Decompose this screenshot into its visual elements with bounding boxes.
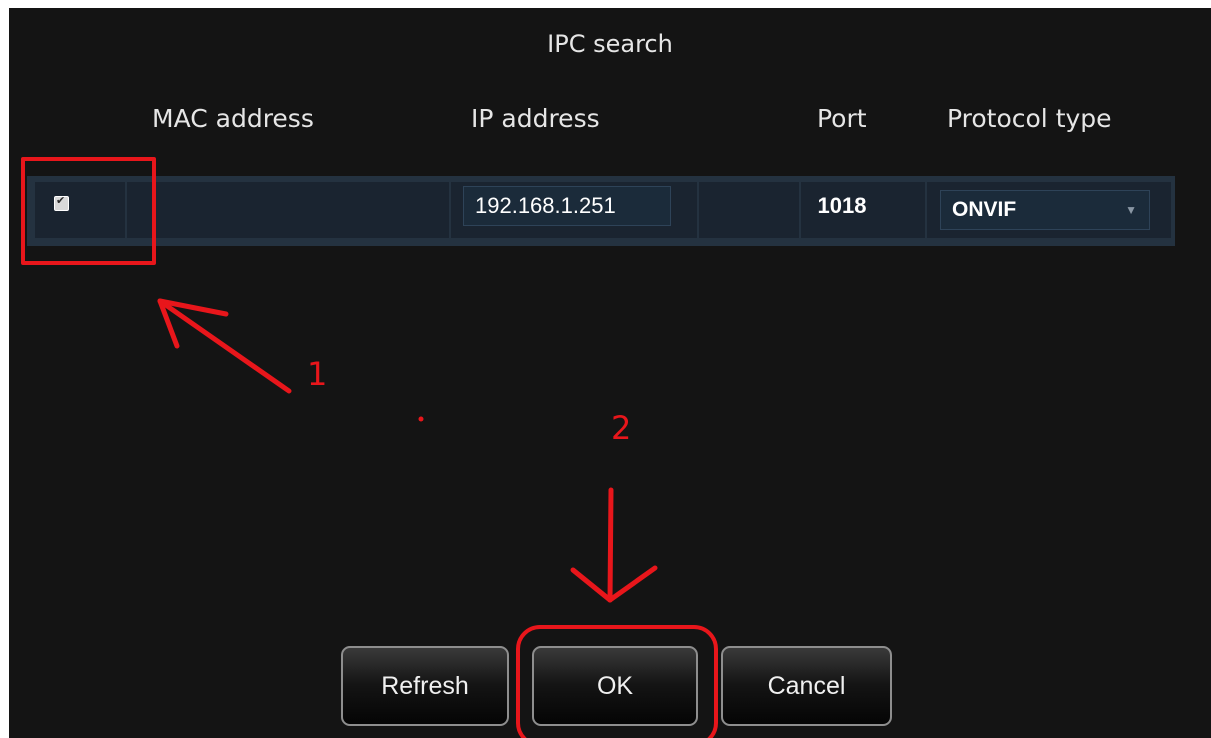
checkmark-icon: ✔: [56, 194, 66, 207]
protocol-type-select[interactable]: ONVIF ▼: [940, 190, 1150, 230]
ip-address-field[interactable]: 192.168.1.251: [463, 186, 671, 226]
row-select-checkbox[interactable]: ✔: [54, 194, 69, 211]
dropdown-arrow-icon[interactable]: ▼: [1125, 191, 1137, 229]
checkbox-cell: [35, 182, 125, 238]
ok-button[interactable]: OK: [532, 646, 698, 726]
mac-cell: [127, 182, 449, 238]
port-value: 1018: [817, 193, 867, 218]
column-header-protocol: Protocol type: [947, 104, 1112, 133]
protocol-selected-value: ONVIF: [952, 198, 1017, 221]
cancel-button[interactable]: Cancel: [721, 646, 892, 726]
step-1-label: 1: [307, 355, 328, 393]
dialog-title: IPC search: [547, 30, 673, 58]
step-2-label: 2: [611, 409, 632, 447]
column-header-mac: MAC address: [152, 104, 314, 133]
column-header-ip: IP address: [471, 104, 600, 133]
refresh-button[interactable]: Refresh: [341, 646, 509, 726]
empty-cell: [699, 182, 799, 238]
column-header-port: Port: [817, 104, 867, 133]
